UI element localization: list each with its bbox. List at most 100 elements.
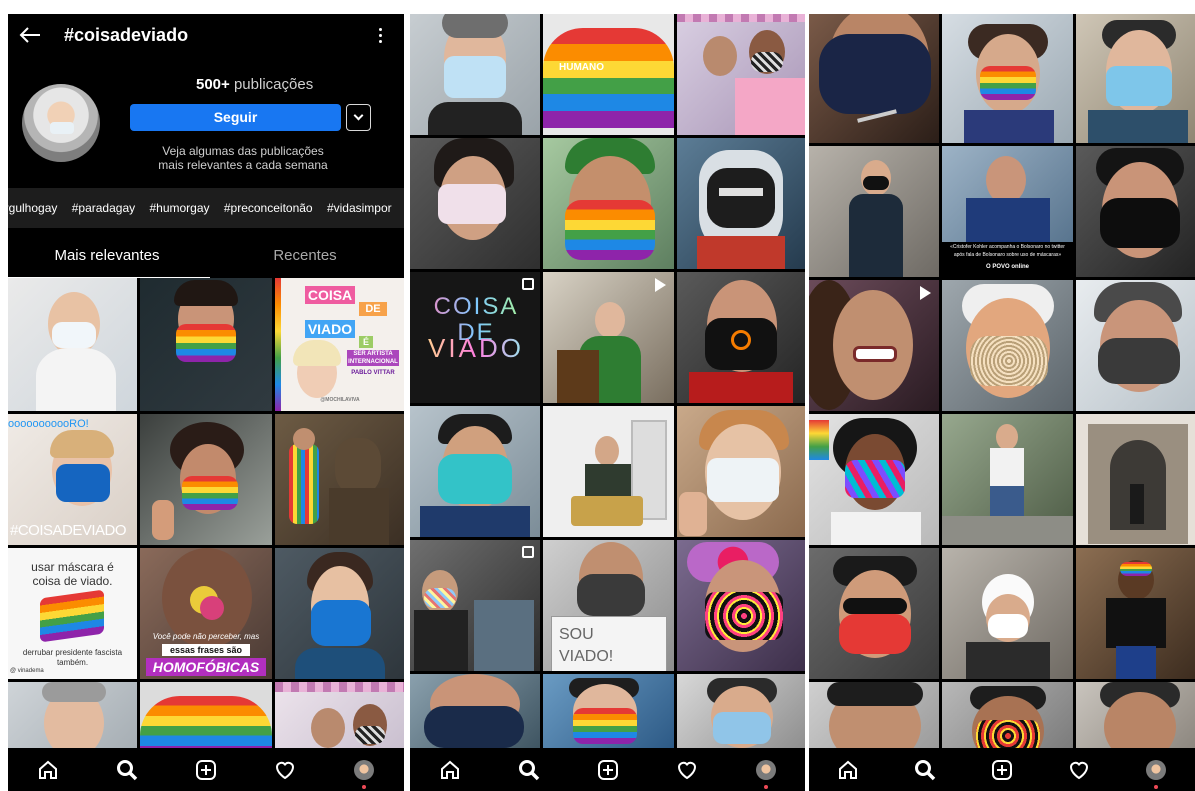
post-caption-line: PABLO VITTAR bbox=[351, 370, 395, 376]
add-post-icon[interactable] bbox=[990, 758, 1014, 782]
profile-avatar[interactable] bbox=[1144, 758, 1168, 789]
post-caption-line: HOMOFÓBICAS bbox=[146, 658, 266, 676]
post-thumbnail[interactable] bbox=[543, 406, 674, 537]
post-thumbnail[interactable] bbox=[1076, 682, 1195, 753]
post-thumbnail[interactable] bbox=[809, 414, 939, 545]
post-thumbnail[interactable] bbox=[942, 14, 1073, 143]
post-thumbnail[interactable] bbox=[543, 272, 674, 403]
bottom-nav bbox=[809, 748, 1195, 791]
post-thumbnail[interactable] bbox=[677, 674, 805, 748]
page-title: #coisadeviado bbox=[64, 24, 189, 45]
post-thumbnail[interactable] bbox=[942, 682, 1073, 753]
post-caption-line: também. bbox=[56, 658, 89, 667]
posts-grid: «Cristofer Kohler acompanha o Bolsonaro … bbox=[809, 14, 1195, 753]
hashtag-link[interactable]: #vidasimpor bbox=[327, 201, 392, 215]
post-thumbnail[interactable] bbox=[809, 146, 939, 277]
hashtag-link[interactable]: #paradagay bbox=[72, 201, 135, 215]
post-thumbnail[interactable] bbox=[410, 674, 540, 748]
post-thumbnail[interactable] bbox=[677, 14, 805, 135]
post-caption-line: DE bbox=[359, 302, 387, 316]
post-thumbnail[interactable] bbox=[677, 272, 805, 403]
home-icon[interactable] bbox=[36, 758, 60, 782]
post-thumbnail[interactable] bbox=[809, 548, 939, 679]
post-thumbnail[interactable]: usar máscara é coisa de viado. derrubar … bbox=[8, 548, 137, 679]
post-thumbnail[interactable] bbox=[1076, 14, 1195, 143]
hashtag-profile: 500+ publicações Seguir Veja algumas das… bbox=[8, 56, 404, 188]
post-thumbnail[interactable] bbox=[8, 278, 137, 411]
tab-mais-relevantes[interactable]: Mais relevantes bbox=[8, 240, 210, 278]
post-thumbnail[interactable]: COISA DE VIADO É SER ARTISTA INTERNACION… bbox=[275, 278, 404, 411]
post-caption-line: @ vinadema bbox=[10, 668, 44, 674]
post-thumbnail[interactable] bbox=[140, 682, 272, 753]
post-thumbnail[interactable]: COISA DE VIADO bbox=[410, 272, 540, 403]
post-thumbnail[interactable] bbox=[140, 414, 272, 545]
back-arrow-icon[interactable] bbox=[18, 26, 42, 44]
post-thumbnail[interactable] bbox=[140, 278, 272, 411]
search-icon[interactable] bbox=[913, 758, 937, 782]
post-thumbnail[interactable] bbox=[677, 406, 805, 537]
post-thumbnail[interactable] bbox=[1076, 548, 1195, 679]
post-thumbnail[interactable] bbox=[410, 138, 540, 269]
post-thumbnail[interactable] bbox=[809, 14, 939, 143]
post-thumbnail[interactable] bbox=[8, 682, 137, 753]
post-thumbnail[interactable]: «Cristofer Kohler acompanha o Bolsonaro … bbox=[942, 146, 1073, 277]
post-thumbnail[interactable] bbox=[410, 540, 540, 671]
post-caption-line: usar máscara é bbox=[31, 560, 114, 574]
post-thumbnail[interactable] bbox=[1076, 146, 1195, 277]
tab-recentes[interactable]: Recentes bbox=[206, 240, 404, 278]
post-thumbnail[interactable]: HUMANO bbox=[543, 14, 674, 135]
search-icon[interactable] bbox=[517, 758, 541, 782]
post-thumbnail[interactable] bbox=[942, 414, 1073, 545]
follow-description: Veja algumas das publicações mais releva… bbox=[158, 144, 328, 172]
post-thumbnail[interactable] bbox=[942, 548, 1073, 679]
video-play-icon bbox=[655, 278, 666, 292]
post-thumbnail[interactable] bbox=[809, 682, 939, 753]
video-play-icon bbox=[920, 286, 931, 300]
home-icon[interactable] bbox=[438, 758, 462, 782]
heart-icon[interactable] bbox=[675, 758, 699, 782]
post-caption-line: «Cristofer Kohler acompanha o Bolsonaro … bbox=[950, 244, 1065, 250]
hashtag-link[interactable]: orgulhogay bbox=[8, 201, 57, 215]
post-thumbnail[interactable] bbox=[410, 406, 540, 537]
hashtag-link[interactable]: #humorgay bbox=[149, 201, 209, 215]
related-hashtags-bar: orgulhogay #paradagay #humorgay #preconc… bbox=[8, 188, 404, 228]
post-thumbnail[interactable] bbox=[942, 280, 1073, 411]
post-caption-line: coisa de viado. bbox=[32, 574, 113, 588]
add-post-icon[interactable] bbox=[596, 758, 620, 782]
chevron-down-icon[interactable] bbox=[346, 104, 371, 131]
post-thumbnail[interactable] bbox=[1076, 414, 1195, 545]
post-thumbnail[interactable] bbox=[275, 414, 404, 545]
post-thumbnail[interactable] bbox=[275, 548, 404, 679]
post-thumbnail[interactable] bbox=[677, 540, 805, 671]
search-icon[interactable] bbox=[115, 758, 139, 782]
multi-post-icon bbox=[522, 546, 534, 558]
post-thumbnail[interactable] bbox=[410, 14, 540, 135]
more-vertical-icon[interactable] bbox=[370, 25, 390, 45]
post-thumbnail[interactable]: SOU VIADO! bbox=[543, 540, 674, 671]
post-thumbnail[interactable] bbox=[1076, 280, 1195, 411]
post-caption-line: É bbox=[359, 336, 373, 348]
post-thumbnail[interactable]: Você pode não perceber, mas essas frases… bbox=[140, 548, 272, 679]
add-post-icon[interactable] bbox=[194, 758, 218, 782]
home-icon[interactable] bbox=[836, 758, 860, 782]
post-caption-line: VIADO bbox=[305, 320, 355, 338]
post-caption-line: HUMANO bbox=[559, 62, 604, 73]
post-thumbnail[interactable]: ooooooooooRO! #COISADEVIADO bbox=[8, 414, 137, 545]
post-thumbnail[interactable] bbox=[809, 280, 939, 411]
post-thumbnail[interactable] bbox=[275, 682, 404, 753]
hashtag-link[interactable]: #preconceitonão bbox=[224, 201, 313, 215]
profile-avatar[interactable] bbox=[352, 758, 376, 789]
post-thumbnail[interactable] bbox=[677, 138, 805, 269]
panel-explore-grid-3: «Cristofer Kohler acompanha o Bolsonaro … bbox=[809, 14, 1195, 791]
posts-grid: HUMANO COISA DE VIADO SOU VIADO! bbox=[410, 14, 805, 748]
panel-hashtag-page: #coisadeviado 500+ publicações Seguir Ve… bbox=[8, 14, 404, 791]
follow-button[interactable]: Seguir bbox=[130, 104, 341, 131]
profile-avatar[interactable] bbox=[754, 758, 778, 789]
post-thumbnail[interactable] bbox=[543, 674, 674, 748]
heart-icon[interactable] bbox=[273, 758, 297, 782]
post-caption-line: Você pode não perceber, mas bbox=[152, 632, 260, 641]
feed-tabs: Mais relevantes Recentes bbox=[8, 240, 404, 278]
posts-count: 500+ publicações bbox=[196, 76, 313, 93]
heart-icon[interactable] bbox=[1067, 758, 1091, 782]
post-thumbnail[interactable] bbox=[543, 138, 674, 269]
